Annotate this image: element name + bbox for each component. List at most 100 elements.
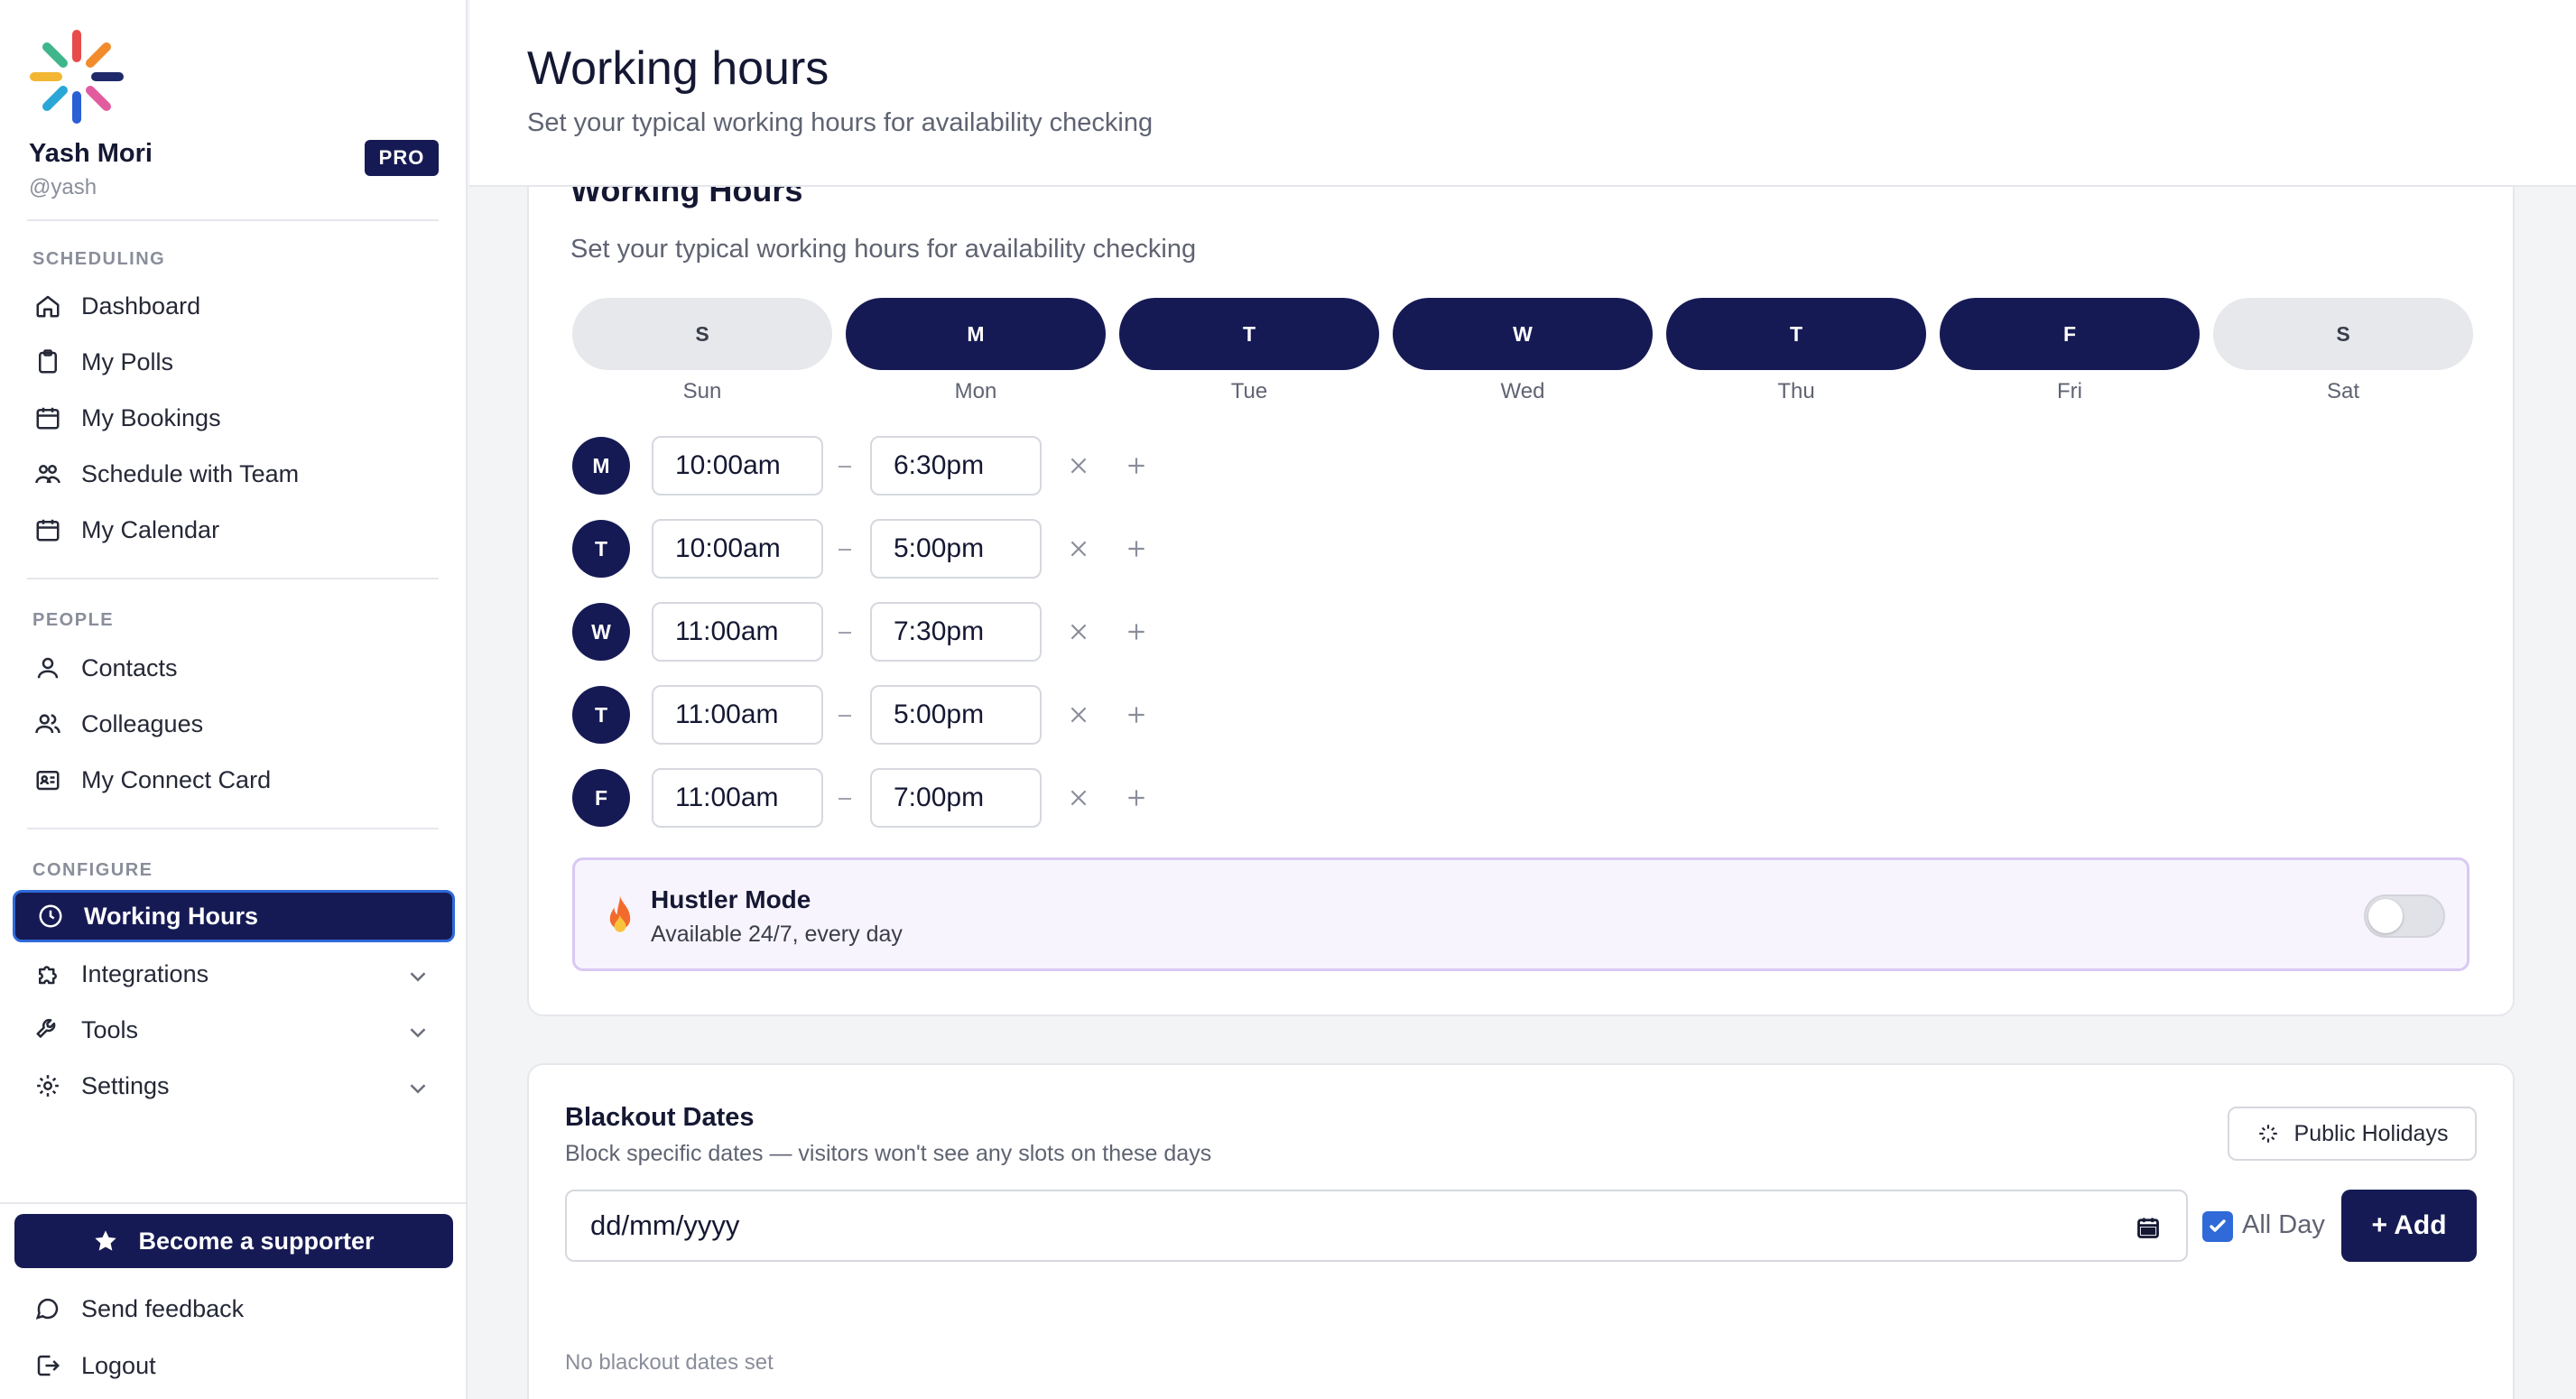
- calendar-icon: [36, 519, 60, 542]
- sidebar-item-label: My Connect Card: [81, 765, 272, 793]
- start-time-input[interactable]: 10:00am: [652, 436, 823, 496]
- blackout-empty-text: No blackout dates set: [565, 1350, 774, 1375]
- row-day-badge: W: [572, 603, 630, 661]
- start-time-input[interactable]: 11:00am: [652, 768, 823, 828]
- team-icon: [35, 465, 60, 484]
- sparkle-icon: [2258, 1125, 2277, 1143]
- sidebar-divider: [0, 1202, 468, 1204]
- start-time-input[interactable]: 11:00am: [652, 602, 823, 662]
- row-day-badge: T: [572, 686, 630, 744]
- row-day-badge: T: [572, 520, 630, 578]
- calendar-icon[interactable]: [2136, 1215, 2161, 1240]
- chevron-down-icon[interactable]: [404, 963, 431, 990]
- day-toggle-fri[interactable]: F: [1940, 298, 2200, 370]
- close-icon[interactable]: [1067, 786, 1090, 810]
- start-time-input[interactable]: 11:00am: [652, 685, 823, 745]
- sidebar-item-my-bookings[interactable]: My Bookings: [13, 392, 455, 444]
- day-label-wed: Wed: [1500, 379, 1545, 403]
- close-icon[interactable]: [1067, 537, 1090, 561]
- page-title: Working hours: [527, 42, 829, 95]
- send-feedback-link[interactable]: Send feedback: [13, 1283, 455, 1335]
- sidebar-item-contacts[interactable]: Contacts: [13, 642, 455, 694]
- sidebar-item-colleagues[interactable]: Colleagues: [13, 698, 455, 750]
- sidebar-item-label: My Bookings: [81, 403, 221, 431]
- chevron-down-icon[interactable]: [404, 1075, 431, 1102]
- check-icon: [2210, 1219, 2226, 1232]
- app-logo-icon[interactable]: [27, 27, 126, 126]
- plus-icon[interactable]: [1125, 454, 1148, 477]
- sidebar-item-my-calendar[interactable]: My Calendar: [13, 504, 455, 556]
- sidebar-item-integrations[interactable]: Integrations: [13, 948, 455, 1000]
- sidebar-item-label: Integrations: [81, 959, 209, 987]
- section-title-people: PEOPLE: [32, 610, 115, 630]
- add-blackout-button[interactable]: + Add: [2341, 1190, 2477, 1262]
- logout-link[interactable]: Logout: [13, 1339, 455, 1392]
- sidebar: Yash Mori PRO @yash SCHEDULING Dashboard…: [0, 0, 468, 1399]
- end-time-input[interactable]: 5:00pm: [870, 519, 1042, 579]
- close-icon[interactable]: [1067, 620, 1090, 644]
- day-toggle-tue[interactable]: T: [1119, 298, 1379, 370]
- day-toggle-sat[interactable]: S: [2213, 298, 2473, 370]
- sidebar-item-my-polls[interactable]: My Polls: [13, 336, 455, 388]
- day-label-thu: Thu: [1777, 379, 1815, 403]
- plus-icon[interactable]: [1125, 786, 1148, 810]
- public-holidays-button[interactable]: Public Holidays: [2228, 1107, 2477, 1161]
- day-toggle-wed[interactable]: W: [1393, 298, 1653, 370]
- logout-label: Logout: [81, 1351, 156, 1379]
- sidebar-item-dashboard[interactable]: Dashboard: [13, 280, 455, 332]
- row-day-badge: F: [572, 769, 630, 827]
- end-time-input[interactable]: 6:30pm: [870, 436, 1042, 496]
- working-hours-subtitle: Set your typical working hours for avail…: [570, 235, 1197, 264]
- supporter-label: Become a supporter: [138, 1227, 375, 1255]
- day-toggle-thu[interactable]: T: [1666, 298, 1926, 370]
- start-time-input[interactable]: 10:00am: [652, 519, 823, 579]
- user-handle: @yash: [29, 175, 97, 199]
- range-dash: [839, 466, 851, 468]
- hustler-mode-panel: Hustler Mode Available 24/7, every day: [572, 857, 2469, 971]
- toggle-knob: [2368, 899, 2403, 933]
- date-placeholder: dd/mm/yyyy: [590, 1209, 740, 1241]
- pro-badge: PRO: [365, 140, 439, 176]
- end-time-input[interactable]: 7:00pm: [870, 768, 1042, 828]
- all-day-label: All Day: [2242, 1210, 2325, 1239]
- sidebar-item-settings[interactable]: Settings: [13, 1060, 455, 1112]
- plus-icon[interactable]: [1125, 537, 1148, 561]
- all-day-checkbox[interactable]: [2202, 1211, 2233, 1242]
- close-icon[interactable]: [1067, 703, 1090, 727]
- star-icon: [95, 1230, 117, 1251]
- plus-icon[interactable]: [1125, 620, 1148, 644]
- range-dash: [839, 798, 851, 800]
- sidebar-item-label: Colleagues: [81, 709, 204, 737]
- sidebar-divider: [27, 578, 439, 579]
- close-icon[interactable]: [1067, 454, 1090, 477]
- become-supporter-button[interactable]: Become a supporter: [14, 1214, 453, 1268]
- sidebar-item-working-hours[interactable]: Working Hours: [13, 890, 455, 942]
- day-toggle-mon[interactable]: M: [846, 298, 1106, 370]
- clipboard-icon: [39, 349, 57, 374]
- hustler-mode-toggle[interactable]: [2364, 894, 2445, 938]
- hustler-mode-title: Hustler Mode: [651, 885, 811, 913]
- sidebar-item-label: Working Hours: [84, 902, 259, 930]
- id-card-icon: [36, 771, 60, 791]
- hustler-mode-subtitle: Available 24/7, every day: [651, 922, 903, 947]
- home-icon: [36, 295, 60, 318]
- sidebar-item-label: My Polls: [81, 347, 174, 375]
- day-label-sun: Sun: [682, 379, 722, 403]
- logout-icon: [37, 1355, 60, 1376]
- end-time-input[interactable]: 5:00pm: [870, 685, 1042, 745]
- blackout-date-input[interactable]: dd/mm/yyyy: [565, 1190, 2188, 1262]
- sidebar-divider: [27, 828, 439, 829]
- sidebar-item-tools[interactable]: Tools: [13, 1004, 455, 1056]
- day-label-sat: Sat: [2326, 379, 2360, 403]
- sidebar-item-my-connect-card[interactable]: My Connect Card: [13, 754, 455, 806]
- range-dash: [839, 632, 851, 634]
- row-day-badge: M: [572, 437, 630, 495]
- day-toggle-sun[interactable]: S: [572, 298, 832, 370]
- chevron-down-icon[interactable]: [404, 1019, 431, 1046]
- day-label-mon: Mon: [954, 379, 997, 403]
- section-title-configure: CONFIGURE: [32, 860, 153, 880]
- sidebar-item-schedule-with-team[interactable]: Schedule with Team: [13, 448, 455, 500]
- end-time-input[interactable]: 7:30pm: [870, 602, 1042, 662]
- plus-icon[interactable]: [1125, 703, 1148, 727]
- message-icon: [35, 1298, 59, 1320]
